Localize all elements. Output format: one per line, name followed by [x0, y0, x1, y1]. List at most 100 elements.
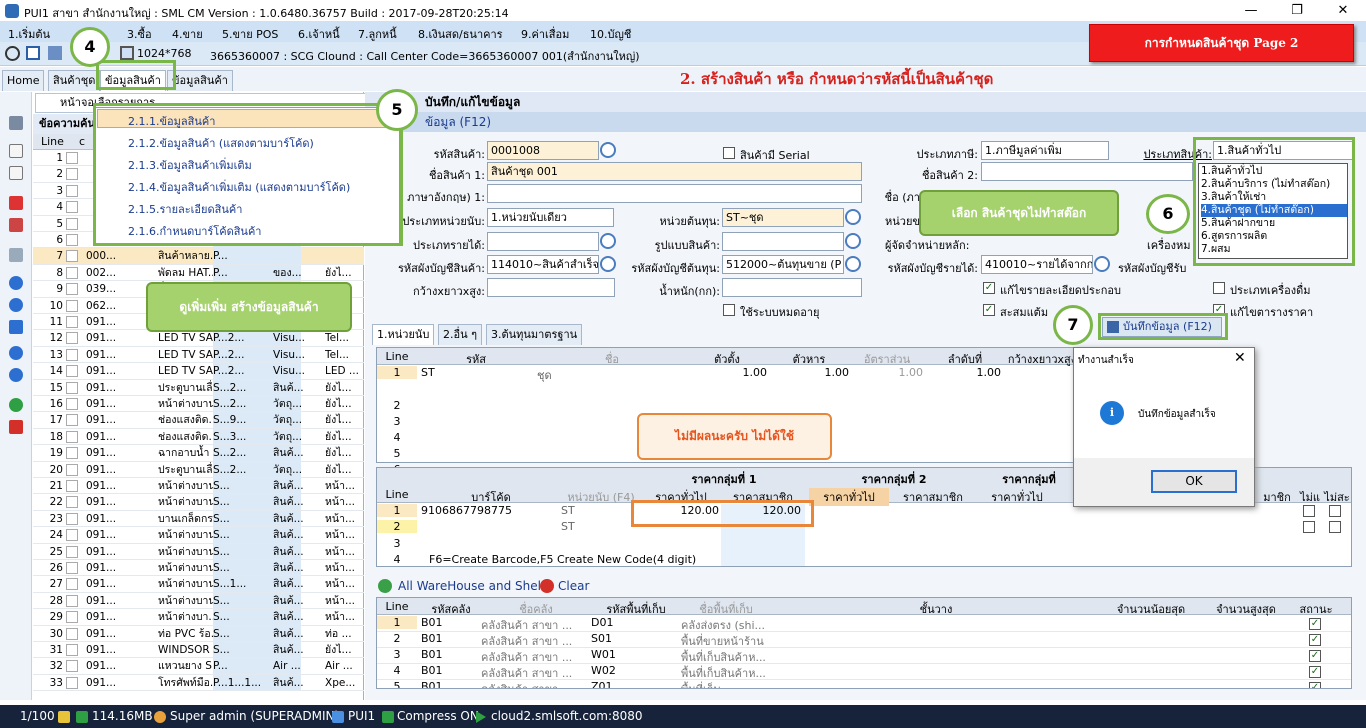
doc-icon[interactable] — [9, 166, 23, 180]
list-row[interactable]: 31 091... WINDSOR ...S... สินค้... ยังไ... — [33, 642, 364, 659]
help-icon[interactable] — [9, 398, 23, 412]
tab-bundle[interactable]: สินค้าชุด — [48, 70, 101, 91]
serial-checkbox[interactable] — [723, 147, 735, 159]
fast-forward-icon[interactable] — [9, 320, 23, 334]
wh-status-checkbox[interactable]: ✓ — [1309, 666, 1321, 678]
warehouse-row[interactable]: 3 B01 คลังสินค้า สาขา ... W01 พื้นที่เก็บสิน… — [377, 648, 1351, 664]
checklist-icon[interactable] — [9, 196, 23, 210]
close-red-icon[interactable] — [9, 420, 23, 434]
list-row[interactable]: 7 000... สินค้าหลาย...P... — [33, 248, 364, 265]
minimize-button[interactable]: — — [1228, 0, 1274, 22]
warehouse-row[interactable]: 1 B01 คลังสินค้า สาขา ... D01 คลังส่งตรง (sh… — [377, 616, 1351, 632]
tab-product-info-2[interactable]: ข้อมูลสินค้า — [167, 70, 233, 91]
list-row[interactable]: 26 091... หน้าต่างบาน...S... สินค้... หน้า..… — [33, 560, 364, 577]
list-row[interactable]: 19 091... ฉากอาบน้ำ ...S...2... สินค้... ยัง… — [33, 445, 364, 462]
notsale-checkbox[interactable] — [1303, 521, 1315, 533]
menu-item-start[interactable]: 1.เริ่มต้น — [8, 25, 50, 43]
list-row[interactable]: 18 091... ช่องแสงติด... S...3... วัตถุ... ยัง… — [33, 428, 364, 446]
tab-home[interactable]: Home — [2, 70, 45, 91]
dialog-ok-button[interactable]: OK — [1151, 470, 1237, 493]
menu-item-depreciation[interactable]: 9.ค่าเสื่อม — [521, 25, 569, 43]
dialog-close-button[interactable]: ✕ — [1234, 350, 1246, 366]
costunit-input[interactable]: ST~ชุด — [722, 208, 844, 227]
list-row[interactable]: 13 091... LED TV SA...P...2... Visu... Tel..… — [33, 346, 364, 364]
grid-icon[interactable] — [48, 46, 62, 60]
search-icon[interactable] — [600, 142, 616, 158]
code-input[interactable]: 0001008 — [487, 141, 599, 160]
list-row[interactable]: 14 091... LED TV SA...P...2... Visu... LED .… — [33, 363, 364, 380]
search-icon[interactable] — [600, 256, 616, 272]
list-row[interactable]: 17 091... ช่องแสงติด... S...9... วัตถุ... ยัง… — [33, 412, 364, 429]
vat-select[interactable]: 1.ภาษีมูลค่าเพิ่ม — [981, 141, 1109, 160]
name2-input[interactable] — [981, 162, 1193, 181]
style-input[interactable] — [722, 232, 844, 251]
list-row[interactable]: 22 091... หน้าต่างบาน...S... สินค้... หน้า..… — [33, 494, 364, 511]
menu-item-buy[interactable]: 3.ซื้อ — [127, 25, 152, 43]
menu-item-pos[interactable]: 5.ขาย POS — [222, 25, 278, 43]
wh-status-checkbox[interactable]: ✓ — [1309, 682, 1321, 688]
menu-item-creditor[interactable]: 6.เจ้าหนี้ — [298, 25, 340, 43]
name1-input[interactable]: สินค้าชุด 001 — [487, 162, 862, 181]
weight-input[interactable] — [722, 278, 862, 297]
link-icon[interactable] — [9, 116, 23, 130]
menu-item-account[interactable]: 10.บัญชี — [590, 25, 631, 43]
list-row[interactable]: 27 091... หน้าต่างบาน...S...1... สินค้... หน… — [33, 576, 364, 593]
list-row[interactable]: 8 002... พัดลม HAT... P... ของ... ยังไ... — [33, 264, 364, 282]
clock-icon[interactable] — [5, 46, 20, 61]
warehouse-row[interactable]: 5 B01 คลังสินค้า สาขา ...Z01 พื้นที่เก็บ...… — [377, 680, 1351, 688]
warehouse-all-link[interactable]: All WareHouse and Shelf — [398, 579, 545, 593]
notsale-checkbox[interactable] — [1303, 505, 1315, 517]
list-row[interactable]: 21 091... หน้าต่างบาน...S... สินค้... หน้า..… — [33, 478, 364, 495]
list-row[interactable]: 30 091... ท่อ PVC ร้อ...S... สินค้... ท่อ ..… — [33, 625, 364, 642]
window-icon[interactable] — [26, 46, 40, 60]
eng-input[interactable] — [487, 184, 862, 203]
acccost-input[interactable]: 512000~ต้นทุนขาย (P — [722, 255, 844, 274]
expiry-checkbox[interactable] — [723, 304, 735, 316]
unittype-select[interactable]: 1.หน่วยนับเดียว — [487, 208, 614, 227]
drinkmachine-checkbox[interactable] — [1213, 282, 1225, 294]
editdetail-checkbox[interactable]: ✓ — [983, 282, 995, 294]
list-row[interactable]: 28 091... หน้าต่างบาน...S... สินค้... หน้า..… — [33, 592, 364, 610]
size-input[interactable] — [487, 278, 615, 297]
subtab-other[interactable]: 2.อื่น ๆ — [438, 324, 483, 345]
up-icon[interactable] — [9, 346, 23, 360]
subtab-std-cost[interactable]: 3.ต้นทุนมาตรฐาน — [486, 324, 583, 345]
notmem-checkbox[interactable] — [1329, 521, 1341, 533]
accumulate-checkbox[interactable]: ✓ — [983, 304, 995, 316]
down-icon[interactable] — [9, 368, 23, 382]
unit-row-1[interactable]: 1 ST ชุด 1.00 1.00 1.00 1.00 — [377, 366, 1075, 382]
list-row[interactable]: 15 091... ประตูบานเลื่...S...2... สินค้... ย… — [33, 379, 364, 396]
list-row[interactable]: 25 091... หน้าต่างบาน...S... สินค้... หน้า..… — [33, 543, 364, 560]
list-row[interactable]: 12 091... LED TV SA...P...2... Visu... Tel..… — [33, 330, 364, 347]
delete-doc-icon[interactable] — [9, 218, 23, 232]
list-row[interactable]: 32 091... แหวนยาง S...P... Air ... Air ... — [33, 658, 364, 675]
warehouse-row[interactable]: 4 B01 คลังสินค้า สาขา ... W02 พื้นที่เก็บสิน… — [377, 664, 1351, 680]
accinc-input[interactable]: 410010~รายได้จากก — [981, 255, 1093, 274]
menu-item-cash[interactable]: 8.เงินสด/ธนาคาร — [418, 25, 503, 43]
list-row[interactable]: 33 091... โทรศัพท์มือ...P...1...1... สินค้.… — [33, 674, 364, 692]
income-input[interactable] — [487, 232, 599, 251]
subtab-unit[interactable]: 1.หน่วยนับ — [372, 324, 435, 345]
list-row[interactable]: 24 091... หน้าต่างบาน...S... สินค้... หน้า..… — [33, 527, 364, 544]
list-row[interactable]: 23 091... บานเกล็ดกร...S... สินค้... หน้า... — [33, 510, 364, 528]
price-row-2[interactable]: 2 ST — [377, 520, 1351, 536]
search-icon[interactable] — [845, 209, 861, 225]
forward-icon[interactable] — [9, 298, 23, 312]
print-icon[interactable] — [9, 248, 23, 262]
warehouse-row[interactable]: 2 B01 คลังสินค้า สาขา ... S01 พื้นที่ขายหน้า… — [377, 632, 1351, 648]
clear-button[interactable]: Clear — [558, 579, 589, 593]
notmem-checkbox[interactable] — [1329, 505, 1341, 517]
list-row[interactable]: 29 091... หน้าต่างบา... S... สินค้... หน้า... — [33, 609, 364, 626]
wh-status-checkbox[interactable]: ✓ — [1309, 634, 1321, 646]
list-row[interactable]: 16 091... หน้าต่างบาน...S...2... วัตถุ... ยั… — [33, 396, 364, 413]
menu-item-debtor[interactable]: 7.ลูกหนี้ — [358, 25, 397, 43]
wh-status-checkbox[interactable]: ✓ — [1309, 618, 1321, 630]
acc-input[interactable]: 114010~สินค้าสำเร็จ — [487, 255, 599, 274]
list-row[interactable]: 20 091... ประตูบานเลื่...S...2... วัตถุ... ย… — [33, 461, 364, 478]
wh-status-checkbox[interactable]: ✓ — [1309, 650, 1321, 662]
search-icon[interactable] — [600, 233, 616, 249]
back-icon[interactable] — [9, 276, 23, 290]
menu-item-sell[interactable]: 4.ขาย — [172, 25, 203, 43]
new-doc-icon[interactable] — [9, 144, 23, 158]
maximize-button[interactable]: ❐ — [1274, 0, 1320, 22]
